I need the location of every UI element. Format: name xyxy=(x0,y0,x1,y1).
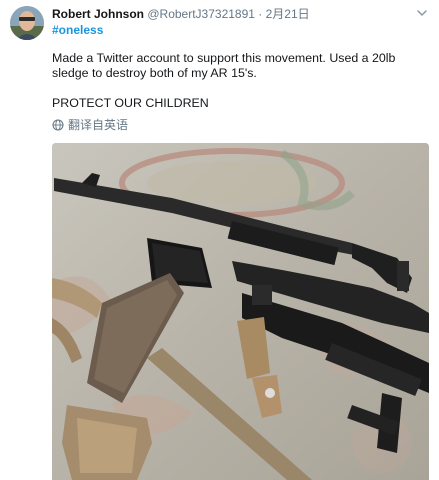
translate-link[interactable]: 翻译自英语 xyxy=(52,118,128,132)
tweet-body: Made a Twitter account to support this m… xyxy=(52,51,432,81)
globe-icon xyxy=(52,119,64,131)
tweet-photo[interactable] xyxy=(52,143,429,480)
user-handle[interactable]: @RobertJ37321891 xyxy=(147,7,255,21)
avatar[interactable] xyxy=(10,6,44,40)
separator-dot: · xyxy=(258,7,263,21)
display-name[interactable]: Robert Johnson xyxy=(52,7,144,21)
tweet-body-line-2: PROTECT OUR CHILDREN xyxy=(52,96,209,110)
tweet-header: Robert Johnson @RobertJ37321891 · 2月21日 xyxy=(52,7,310,21)
photo-image xyxy=(52,143,429,480)
tweet-date[interactable]: 2月21日 xyxy=(266,7,310,21)
tweet-body-line: Made a Twitter account to support this m… xyxy=(52,51,396,80)
chevron-down-icon[interactable] xyxy=(415,6,429,20)
translate-label: 翻译自英语 xyxy=(68,118,129,132)
avatar-image xyxy=(10,6,44,40)
hashtag-link[interactable]: #oneless xyxy=(52,23,103,37)
tweet-card: Robert Johnson @RobertJ37321891 · 2月21日 … xyxy=(0,0,439,480)
